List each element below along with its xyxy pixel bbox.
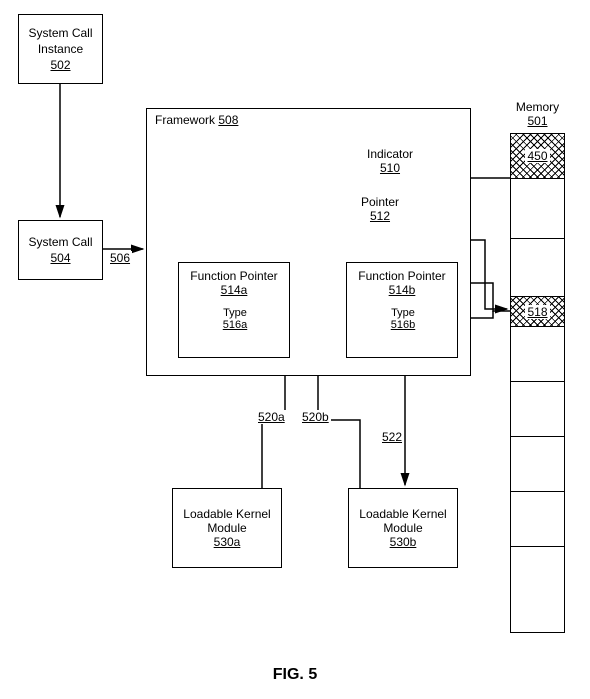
sci-num: 502 xyxy=(50,58,70,72)
lkm-b-num: 530b xyxy=(390,535,417,549)
edge-520b-label: 520b xyxy=(300,410,331,424)
pointer-num: 512 xyxy=(370,209,390,223)
memory-title-block: Memory 501 xyxy=(510,100,565,128)
indicator-title: Indicator xyxy=(367,147,413,161)
fpa-num: 514a xyxy=(221,283,248,297)
mem-cell-empty-5 xyxy=(511,437,564,492)
para-type-a: Type 516a xyxy=(212,307,258,331)
mem-518-label: 518 xyxy=(525,305,549,319)
sci-title: System Call Instance xyxy=(23,26,98,57)
fpb-title: Function Pointer xyxy=(358,269,445,283)
fpa-title: Function Pointer xyxy=(190,269,277,283)
memory-title: Memory xyxy=(510,100,565,114)
edge-506-label: 506 xyxy=(108,251,132,265)
framework-label: Framework 508 xyxy=(155,113,238,127)
fpa-type-num: 516a xyxy=(223,319,247,331)
box-system-call: System Call 504 xyxy=(18,220,103,280)
indicator-num: 510 xyxy=(380,161,400,175)
framework-title: Framework xyxy=(155,113,215,127)
mem-cell-empty-3 xyxy=(511,327,564,382)
memory-num: 501 xyxy=(510,114,565,128)
mem-cell-450: 450 xyxy=(511,134,564,179)
fpb-type-label: Type xyxy=(391,307,415,319)
mem-cell-empty-7 xyxy=(511,547,564,632)
para-type-b: Type 516b xyxy=(380,307,426,331)
mem-cell-empty-4 xyxy=(511,382,564,437)
mem-450-label: 450 xyxy=(525,149,549,163)
box-system-call-instance: System Call Instance 502 xyxy=(18,14,103,84)
fpb-type-num: 516b xyxy=(391,319,415,331)
memory-stack: 450 518 xyxy=(510,133,565,633)
lkm-b-title: Loadable Kernel Module xyxy=(353,507,453,535)
lkm-a-num: 530a xyxy=(214,535,241,549)
figure-label: FIG. 5 xyxy=(0,666,590,684)
framework-num: 508 xyxy=(218,113,238,127)
edge-520a-label: 520a xyxy=(256,410,287,424)
mem-cell-empty-1 xyxy=(511,179,564,239)
mem-cell-empty-2 xyxy=(511,239,564,297)
fpb-num: 514b xyxy=(389,283,416,297)
pointer-title: Pointer xyxy=(361,195,399,209)
box-lkm-b: Loadable Kernel Module 530b xyxy=(348,488,458,568)
para-pointer: Pointer 512 xyxy=(345,195,415,223)
mem-cell-518: 518 xyxy=(511,297,564,327)
box-lkm-a: Loadable Kernel Module 530a xyxy=(172,488,282,568)
lkm-a-title: Loadable Kernel Module xyxy=(177,507,277,535)
sc-num: 504 xyxy=(50,251,70,265)
fpa-type-label: Type xyxy=(223,307,247,319)
mem-cell-empty-6 xyxy=(511,492,564,547)
edge-522-label: 522 xyxy=(380,430,404,444)
sc-title: System Call xyxy=(28,235,92,251)
para-indicator: Indicator 510 xyxy=(355,147,425,175)
